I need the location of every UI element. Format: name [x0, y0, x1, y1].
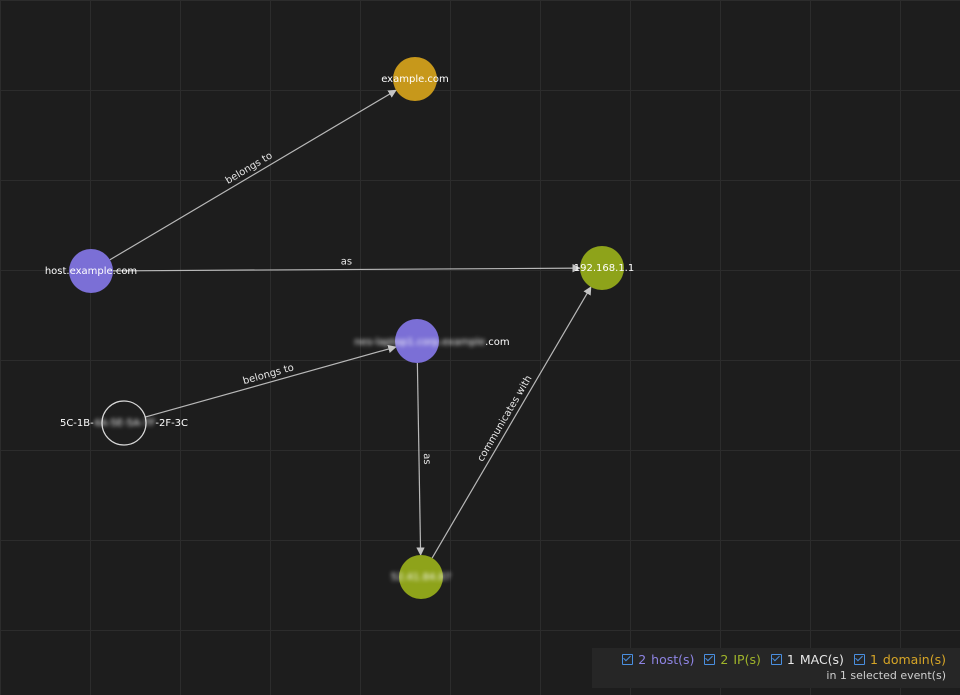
entity-legend: 2 host(s) 2 IP(s) 1 MAC(s) 1 domain(s) in 1 sel…	[592, 648, 960, 688]
graph-node-mac[interactable]: 5C-1B-4A-5E-5A-7F-2F-3C	[60, 400, 188, 446]
legend-count: 2	[638, 652, 647, 667]
node-label: nes-laptop1.corp.example.com	[354, 337, 509, 348]
graph-edge-as[interactable]: as	[112, 256, 581, 273]
checkbox-checked-icon[interactable]	[770, 654, 782, 665]
graph-node-ip[interactable]: 52.41.84.87	[391, 555, 451, 599]
redacted-text: nes-laptop1.corp.example	[354, 337, 485, 348]
graph-edge-belongs-to[interactable]: belongs to	[109, 89, 397, 261]
checkbox-checked-icon[interactable]	[622, 654, 634, 665]
graph-edge-belongs-to[interactable]: belongs to	[145, 344, 397, 418]
edge-line	[145, 344, 397, 418]
legend-filter-row: 2 host(s) 2 IP(s) 1 MAC(s) 1 domain(s)	[610, 652, 946, 667]
edge-label: as	[341, 256, 352, 267]
legend-footer: in 1 selected event(s)	[826, 669, 946, 682]
legend-label: host(s)	[651, 652, 695, 667]
visible-text: .com	[485, 337, 510, 348]
graph-node-ip[interactable]: 192.168.1.1	[574, 246, 634, 290]
graph-node-host[interactable]: nes-laptop1.corp.example.com	[354, 319, 510, 363]
legend-label: MAC(s)	[799, 652, 844, 667]
edge-line	[416, 362, 425, 556]
legend-count: 1	[786, 652, 795, 667]
node-label: example.com	[381, 74, 449, 85]
legend-label: IP(s)	[733, 652, 761, 667]
visible-text: -2F-3C	[155, 418, 188, 429]
node-label: 5C-1B-4A-5E-5A-7F-2F-3C	[60, 418, 188, 429]
checkbox-checked-icon[interactable]	[853, 654, 865, 665]
legend-count: 1	[869, 652, 878, 667]
node-label: host.example.com	[45, 266, 137, 277]
edge-line	[109, 89, 397, 261]
edge-label: belongs to	[224, 150, 275, 186]
edge-line	[431, 286, 592, 559]
redacted-text: 4A-5E-5A-7F	[94, 418, 156, 429]
edge-label: belongs to	[242, 362, 296, 387]
edge-label: communicates with	[476, 374, 535, 464]
visible-text: 5C-1B-	[60, 418, 94, 429]
legend-filter-host[interactable]: 2 host(s)	[622, 652, 694, 667]
legend-label: domain(s)	[882, 652, 946, 667]
edge-line	[112, 263, 581, 273]
legend-filter-domain[interactable]: 1 domain(s)	[853, 652, 946, 667]
node-label: 192.168.1.1	[574, 263, 634, 274]
graph-node-domain[interactable]: example.com	[381, 57, 449, 101]
edge-label: as	[421, 453, 432, 465]
checkbox-checked-icon[interactable]	[704, 654, 716, 665]
legend-count: 2	[720, 652, 729, 667]
graph-node-host[interactable]: host.example.com	[45, 249, 137, 293]
legend-filter-ip[interactable]: 2 IP(s)	[704, 652, 761, 667]
graph-edge-communicates-with[interactable]: communicates with	[431, 286, 592, 559]
graph-edge-as[interactable]: as	[416, 362, 432, 556]
node-label: 52.41.84.87	[391, 572, 451, 583]
entity-graph[interactable]: belongs to as belongs to as communicates wit…	[0, 0, 960, 695]
legend-filter-mac[interactable]: 1 MAC(s)	[770, 652, 844, 667]
redacted-text: 52.41.84.87	[391, 572, 451, 583]
